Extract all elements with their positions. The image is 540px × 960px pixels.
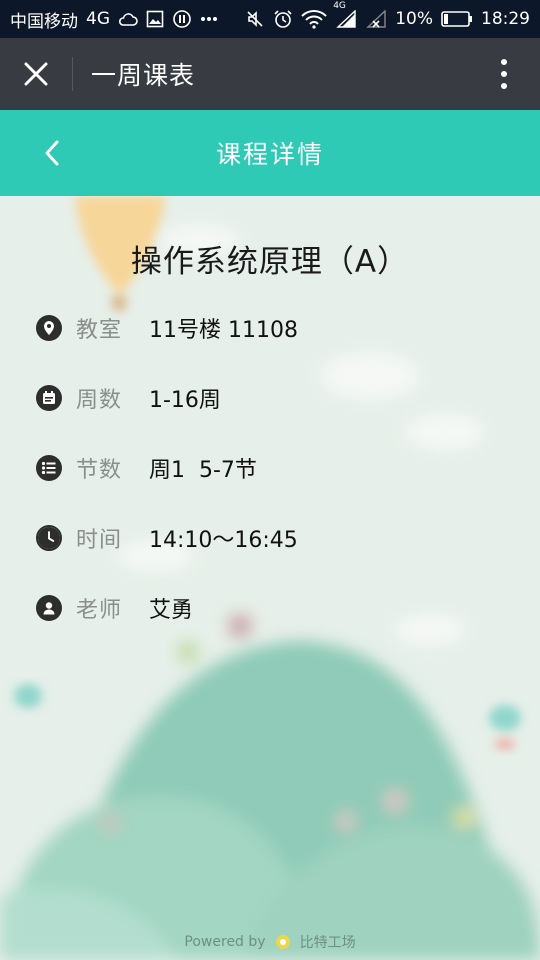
person-icon [36,595,62,621]
top-bar: 一周课表 [0,38,540,110]
info-value: 1-16周 [149,388,221,413]
info-row-teacher: 老师 艾勇 [0,578,540,638]
clock-icon [36,525,62,551]
signal-network-label: 4G [333,1,346,11]
info-row-weeks: 周数 1-16周 [0,368,540,428]
page-title: 一周课表 [91,61,196,90]
close-button[interactable] [0,38,72,110]
info-row-periods: 节数 周1 5-7节 [0,438,540,498]
info-label: 节数 [76,458,123,483]
info-label: 教室 [76,318,123,343]
info-value: 14:10～16:45 [149,528,298,553]
divider [72,57,73,91]
chevron-left-icon [45,140,59,166]
info-row-time: 时间 14:10～16:45 [0,508,540,568]
page-header: 课程详情 [0,110,540,196]
battery-percent: 10% [395,9,433,29]
location-icon [36,315,62,341]
info-label: 周数 [76,388,123,413]
back-button[interactable] [22,123,82,183]
mute-icon [245,9,265,29]
info-label: 老师 [76,598,123,623]
battery-icon [441,10,473,28]
notification-icon [172,9,192,29]
footer: Powered by 比特工场 [0,930,540,954]
more-button[interactable] [468,38,540,110]
alarm-icon [273,9,293,29]
info-label: 时间 [76,528,123,553]
brand-logo-icon [274,933,292,951]
info-value: 周1 5-7节 [149,458,257,483]
signal-icon: 4G [333,1,357,28]
carrier-label: 中国移动 [10,11,78,32]
calendar-icon [36,385,62,411]
brand-link[interactable]: 比特工场 [300,932,356,952]
info-row-classroom: 教室 11号楼 11108 [0,298,540,358]
info-value: 艾勇 [149,598,194,623]
powered-by-label: Powered by [184,934,266,950]
image-icon [146,10,164,28]
more-dots-icon [200,16,218,22]
course-title: 操作系统原理（A） [130,244,410,280]
close-icon [24,62,48,86]
info-value: 11号楼 11108 [149,318,298,343]
header-title: 课程详情 [215,140,324,169]
cloud-icon [118,12,138,26]
status-bar: 中国移动 4G 4G 10% 18:29 [0,0,540,38]
list-icon [36,455,62,481]
more-vertical-icon [501,59,507,89]
wifi-icon [301,9,327,29]
status-time: 18:29 [481,9,530,29]
signal-icon [365,10,387,28]
network-type: 4G [86,9,110,29]
